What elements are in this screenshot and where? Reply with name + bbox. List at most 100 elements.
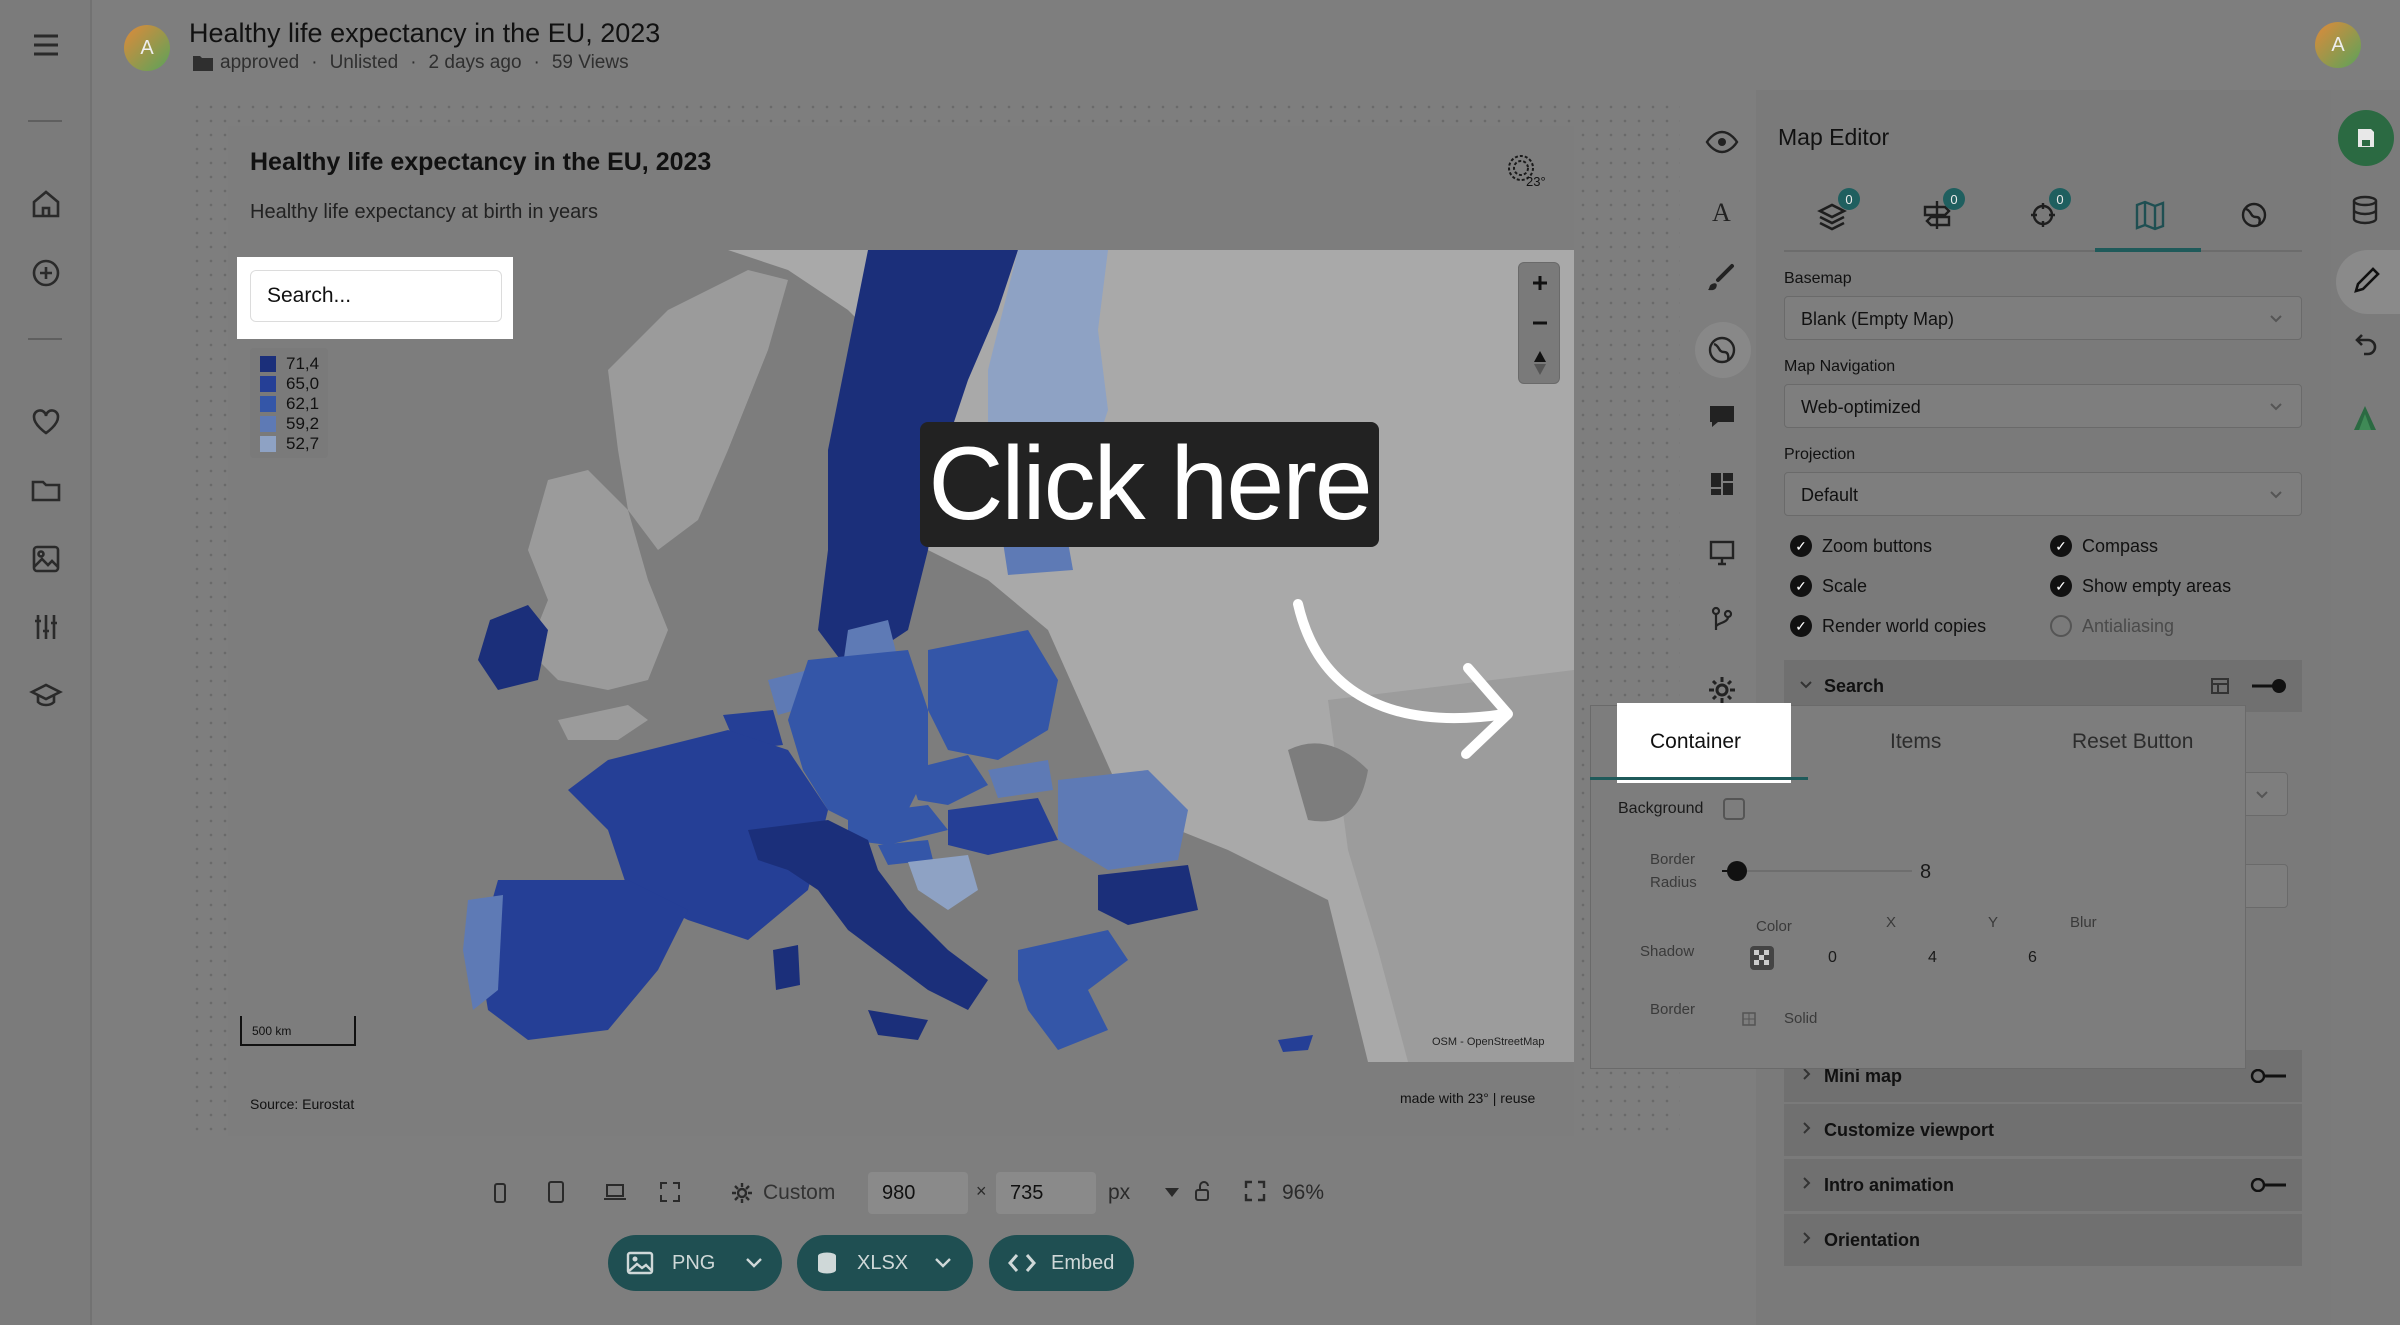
layout-icon[interactable] xyxy=(1704,466,1740,502)
map-icon[interactable] xyxy=(2130,195,2170,235)
shadow-blur-input[interactable]: 6 xyxy=(2028,949,2037,967)
border-style-select[interactable]: Solid xyxy=(1784,1010,1817,1027)
database-icon[interactable] xyxy=(2348,193,2382,227)
zoom-out-button[interactable] xyxy=(1519,303,1561,343)
folder-icon[interactable] xyxy=(26,470,66,510)
undo-icon[interactable] xyxy=(2348,330,2382,364)
logo-icon: 23° xyxy=(1508,155,1546,189)
image-icon[interactable] xyxy=(26,539,66,579)
image-icon xyxy=(626,1251,654,1275)
xlsx-label: XLSX xyxy=(857,1251,909,1274)
mobile-device-icon[interactable] xyxy=(493,1182,507,1204)
basemap-select[interactable]: Blank (Empty Map) xyxy=(1784,296,2302,340)
pencil-icon[interactable] xyxy=(2350,263,2384,297)
legend-value: 71,4 xyxy=(286,354,320,373)
graduation-cap-icon[interactable] xyxy=(26,676,66,716)
visibility-status[interactable]: Unlisted xyxy=(330,52,399,74)
png-download-button[interactable]: PNG xyxy=(608,1235,782,1291)
size-preset-select[interactable]: Custom xyxy=(763,1181,835,1205)
made-with-credit[interactable]: made with 23° | reuse xyxy=(1400,1090,1535,1106)
fullscreen-icon[interactable] xyxy=(658,1180,682,1204)
scale-checkbox[interactable]: ✓ Scale xyxy=(1790,575,1867,597)
intro-animation-label: Intro animation xyxy=(1824,1174,1954,1195)
save-icon xyxy=(2358,129,2374,147)
add-circle-icon[interactable] xyxy=(26,253,66,293)
shadow-y-label: Y xyxy=(1988,914,1999,931)
orientation-section-header[interactable]: Orientation xyxy=(1784,1214,2302,1266)
slider-track xyxy=(1722,870,1912,872)
intro-animation-toggle-off[interactable] xyxy=(2250,1178,2288,1192)
antialiasing-label: Antialiasing xyxy=(2082,615,2175,636)
map-subtitle[interactable]: Healthy life expectancy at birth in year… xyxy=(250,201,598,224)
gear-icon xyxy=(732,1183,752,1203)
render-world-copies-checkbox[interactable]: ✓ Render world copies xyxy=(1790,615,1986,637)
border-radius-value[interactable]: 8 xyxy=(1920,861,1931,884)
antialiasing-checkbox[interactable]: Antialiasing xyxy=(2050,615,2174,637)
svg-text:A: A xyxy=(1712,198,1731,227)
nav-divider xyxy=(28,120,62,122)
tab-container[interactable]: Container xyxy=(1650,730,1741,754)
chevron-down-icon[interactable] xyxy=(934,1257,952,1269)
map-search-input[interactable] xyxy=(250,270,502,322)
map-title[interactable]: Healthy life expectancy in the EU, 2023 xyxy=(250,148,711,177)
fit-to-screen-icon[interactable] xyxy=(1244,1180,1266,1202)
shadow-y-input[interactable]: 4 xyxy=(1928,949,1937,967)
search-section-label: Search xyxy=(1824,675,1885,696)
border-radius-slider[interactable] xyxy=(1722,860,1912,882)
slider-thumb[interactable] xyxy=(1727,861,1747,881)
heart-icon[interactable] xyxy=(26,402,66,442)
tablet-device-icon[interactable] xyxy=(546,1180,566,1204)
search-toggle-on[interactable] xyxy=(2250,679,2288,693)
folder-tag[interactable]: approved xyxy=(192,52,299,74)
map-navigation-value: Web-optimized xyxy=(1801,397,1921,417)
avatar[interactable]: A xyxy=(124,25,170,71)
chevron-down-icon[interactable] xyxy=(745,1257,763,1269)
height-input[interactable]: 735 xyxy=(996,1172,1096,1214)
map-attribution[interactable]: OSM - OpenStreetMap xyxy=(1432,1036,1545,1048)
show-empty-areas-checkbox[interactable]: ✓ Show empty areas xyxy=(2050,575,2231,597)
projection-select[interactable]: Default xyxy=(1784,472,2302,516)
xlsx-download-button[interactable]: XLSX xyxy=(797,1235,973,1291)
zoom-buttons-checkbox[interactable]: ✓ Zoom buttons xyxy=(1790,535,1932,557)
globe-icon[interactable] xyxy=(1704,332,1740,368)
caret-down-icon[interactable] xyxy=(1164,1186,1180,1198)
intro-animation-section-header[interactable]: Intro animation xyxy=(1784,1159,2302,1211)
meta-separator: · xyxy=(311,52,318,73)
unit-select[interactable]: px xyxy=(1108,1181,1130,1205)
unlock-icon[interactable] xyxy=(1192,1180,1214,1202)
sliders-icon[interactable] xyxy=(26,607,66,647)
embed-button[interactable]: Embed xyxy=(989,1235,1134,1291)
panel-settings-icon[interactable] xyxy=(2210,676,2230,696)
avatar-initial: A xyxy=(140,36,154,59)
screen-icon[interactable] xyxy=(1704,534,1740,570)
comment-icon[interactable] xyxy=(1704,398,1740,434)
tab-reset-button[interactable]: Reset Button xyxy=(2072,730,2193,754)
customize-viewport-section-header[interactable]: Customize viewport xyxy=(1784,1104,2302,1156)
zoom-level[interactable]: 96% xyxy=(1282,1181,1324,1205)
zoom-buttons-label: Zoom buttons xyxy=(1822,535,1933,556)
globe-icon[interactable] xyxy=(2234,195,2274,235)
zoom-in-button[interactable] xyxy=(1519,263,1561,303)
tree-icon[interactable] xyxy=(2348,402,2382,436)
mini-map-toggle-off[interactable] xyxy=(2250,1069,2288,1083)
map-navigation-select[interactable]: Web-optimized xyxy=(1784,384,2302,428)
text-icon[interactable]: A xyxy=(1704,193,1740,229)
background-checkbox[interactable] xyxy=(1723,798,1745,820)
laptop-device-icon[interactable] xyxy=(602,1182,628,1202)
user-avatar[interactable]: A xyxy=(2315,22,2361,68)
branch-icon[interactable] xyxy=(1704,602,1740,638)
shadow-x-input[interactable]: 0 xyxy=(1828,949,1837,967)
brush-icon[interactable] xyxy=(1704,260,1740,296)
customize-viewport-label: Customize viewport xyxy=(1824,1119,1995,1140)
home-icon[interactable] xyxy=(26,184,66,224)
compass-button[interactable] xyxy=(1519,343,1561,383)
tab-items[interactable]: Items xyxy=(1890,730,1941,754)
eye-icon[interactable] xyxy=(1704,124,1740,160)
save-button[interactable] xyxy=(2338,110,2394,166)
source-note: Source: Eurostat xyxy=(250,1096,355,1112)
hamburger-menu-icon[interactable] xyxy=(26,25,66,65)
updated-time: 2 days ago xyxy=(428,52,522,73)
compass-checkbox[interactable]: ✓ Compass xyxy=(2050,535,2158,557)
width-input[interactable]: 980 xyxy=(868,1172,968,1214)
shadow-color-swatch-icon[interactable] xyxy=(1750,946,1774,970)
